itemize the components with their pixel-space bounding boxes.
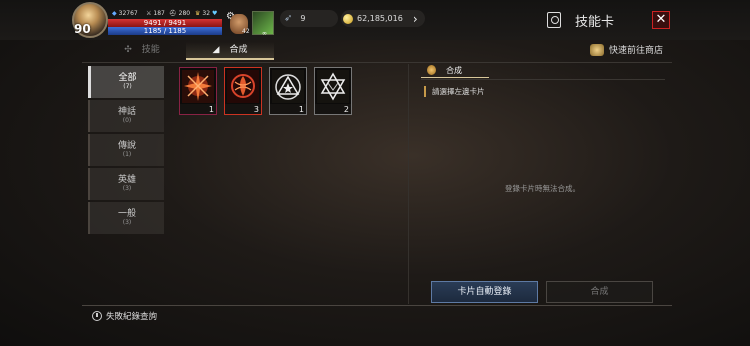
power-stat: ◆ 32767 — [112, 10, 138, 17]
skill-tab-icon: ✣ — [124, 45, 132, 55]
shop-shortcut-link[interactable]: 快速前往商店 — [590, 43, 663, 56]
heart-icon: ♥ — [212, 10, 218, 17]
divider — [82, 62, 672, 63]
gold-currency: 62,185,016 › — [341, 10, 425, 27]
spiked-burst-icon — [182, 70, 214, 103]
card-count: 1 — [298, 105, 304, 114]
close-button[interactable]: ✕ — [652, 11, 670, 29]
failure-history-link[interactable]: 失敗紀錄查詢 — [92, 310, 157, 322]
panel-divider — [408, 64, 409, 304]
divider — [82, 305, 672, 306]
category-legendary[interactable]: 傳說 (1) — [88, 134, 164, 166]
card-count: 3 — [253, 105, 259, 114]
combine-status-message: 登錄卡片時無法合成。 — [505, 184, 580, 193]
trophy-icon: ♛ — [195, 10, 201, 17]
divider — [421, 79, 665, 80]
category-hero[interactable]: 英雄 (3) — [88, 168, 164, 200]
category-normal[interactable]: 一般 (3) — [88, 202, 164, 234]
defense-stat: ⛑ 280 — [169, 10, 191, 17]
leaf-count: ∞ — [262, 30, 267, 37]
card-count: 1 — [208, 105, 214, 114]
horn-icon: ◢ — [212, 45, 220, 55]
combine-button[interactable]: 合成 — [546, 281, 653, 303]
skill-card[interactable]: 1 — [269, 67, 307, 115]
tab-skills[interactable]: ✣ 技能 — [98, 42, 186, 60]
mp-bar: 1185 / 1185 — [108, 27, 222, 35]
skill-card[interactable]: 3 — [224, 67, 262, 115]
auto-register-button[interactable]: 卡片自動登錄 — [431, 281, 538, 303]
player-level: 90 — [74, 22, 91, 36]
flame-rune-icon — [227, 70, 259, 103]
gem-stat: ♛ 32 ♥ — [195, 10, 218, 17]
attack-stat: ⚔ 187 — [146, 10, 165, 17]
hexagram-icon — [317, 70, 349, 103]
flask-icon — [427, 65, 436, 75]
category-mythic[interactable]: 神話 (0) — [88, 100, 164, 132]
tab-combine[interactable]: ◢ 合成 — [186, 42, 274, 60]
shop-icon — [590, 43, 604, 56]
feather-icon: ➶ — [284, 13, 293, 24]
power-icon: ◆ — [112, 10, 117, 17]
chevron-right-icon[interactable]: › — [413, 12, 418, 26]
category-sidebar: 全部 (7) 神話 (0) 傳說 (1) 英雄 (3) 一般 (3) — [88, 66, 166, 236]
skill-card[interactable]: 2 — [314, 67, 352, 115]
card-count: 2 — [343, 105, 349, 114]
sword-icon: ⚔ — [146, 10, 152, 17]
hp-bar: 9491 / 9491 — [108, 19, 222, 27]
coin-icon — [343, 13, 353, 24]
helmet-icon: ⛑ — [169, 10, 177, 17]
page-title: 技能卡 — [575, 15, 615, 30]
combine-panel-tab[interactable]: 合成 — [421, 63, 489, 78]
triangle-star-icon — [272, 70, 304, 103]
potion-count: 42 — [242, 28, 250, 35]
select-card-hint: 請選擇左邊卡片 — [424, 86, 485, 97]
card-grid: 1 3 1 2 — [179, 67, 352, 115]
category-all[interactable]: 全部 (7) — [88, 66, 164, 98]
skill-card-icon — [547, 12, 561, 28]
skill-card[interactable]: 1 — [179, 67, 217, 115]
history-icon — [92, 311, 102, 321]
feather-currency: ➶ 9 — [280, 10, 338, 27]
main-tabs: ✣ 技能 ◢ 合成 — [98, 42, 274, 60]
